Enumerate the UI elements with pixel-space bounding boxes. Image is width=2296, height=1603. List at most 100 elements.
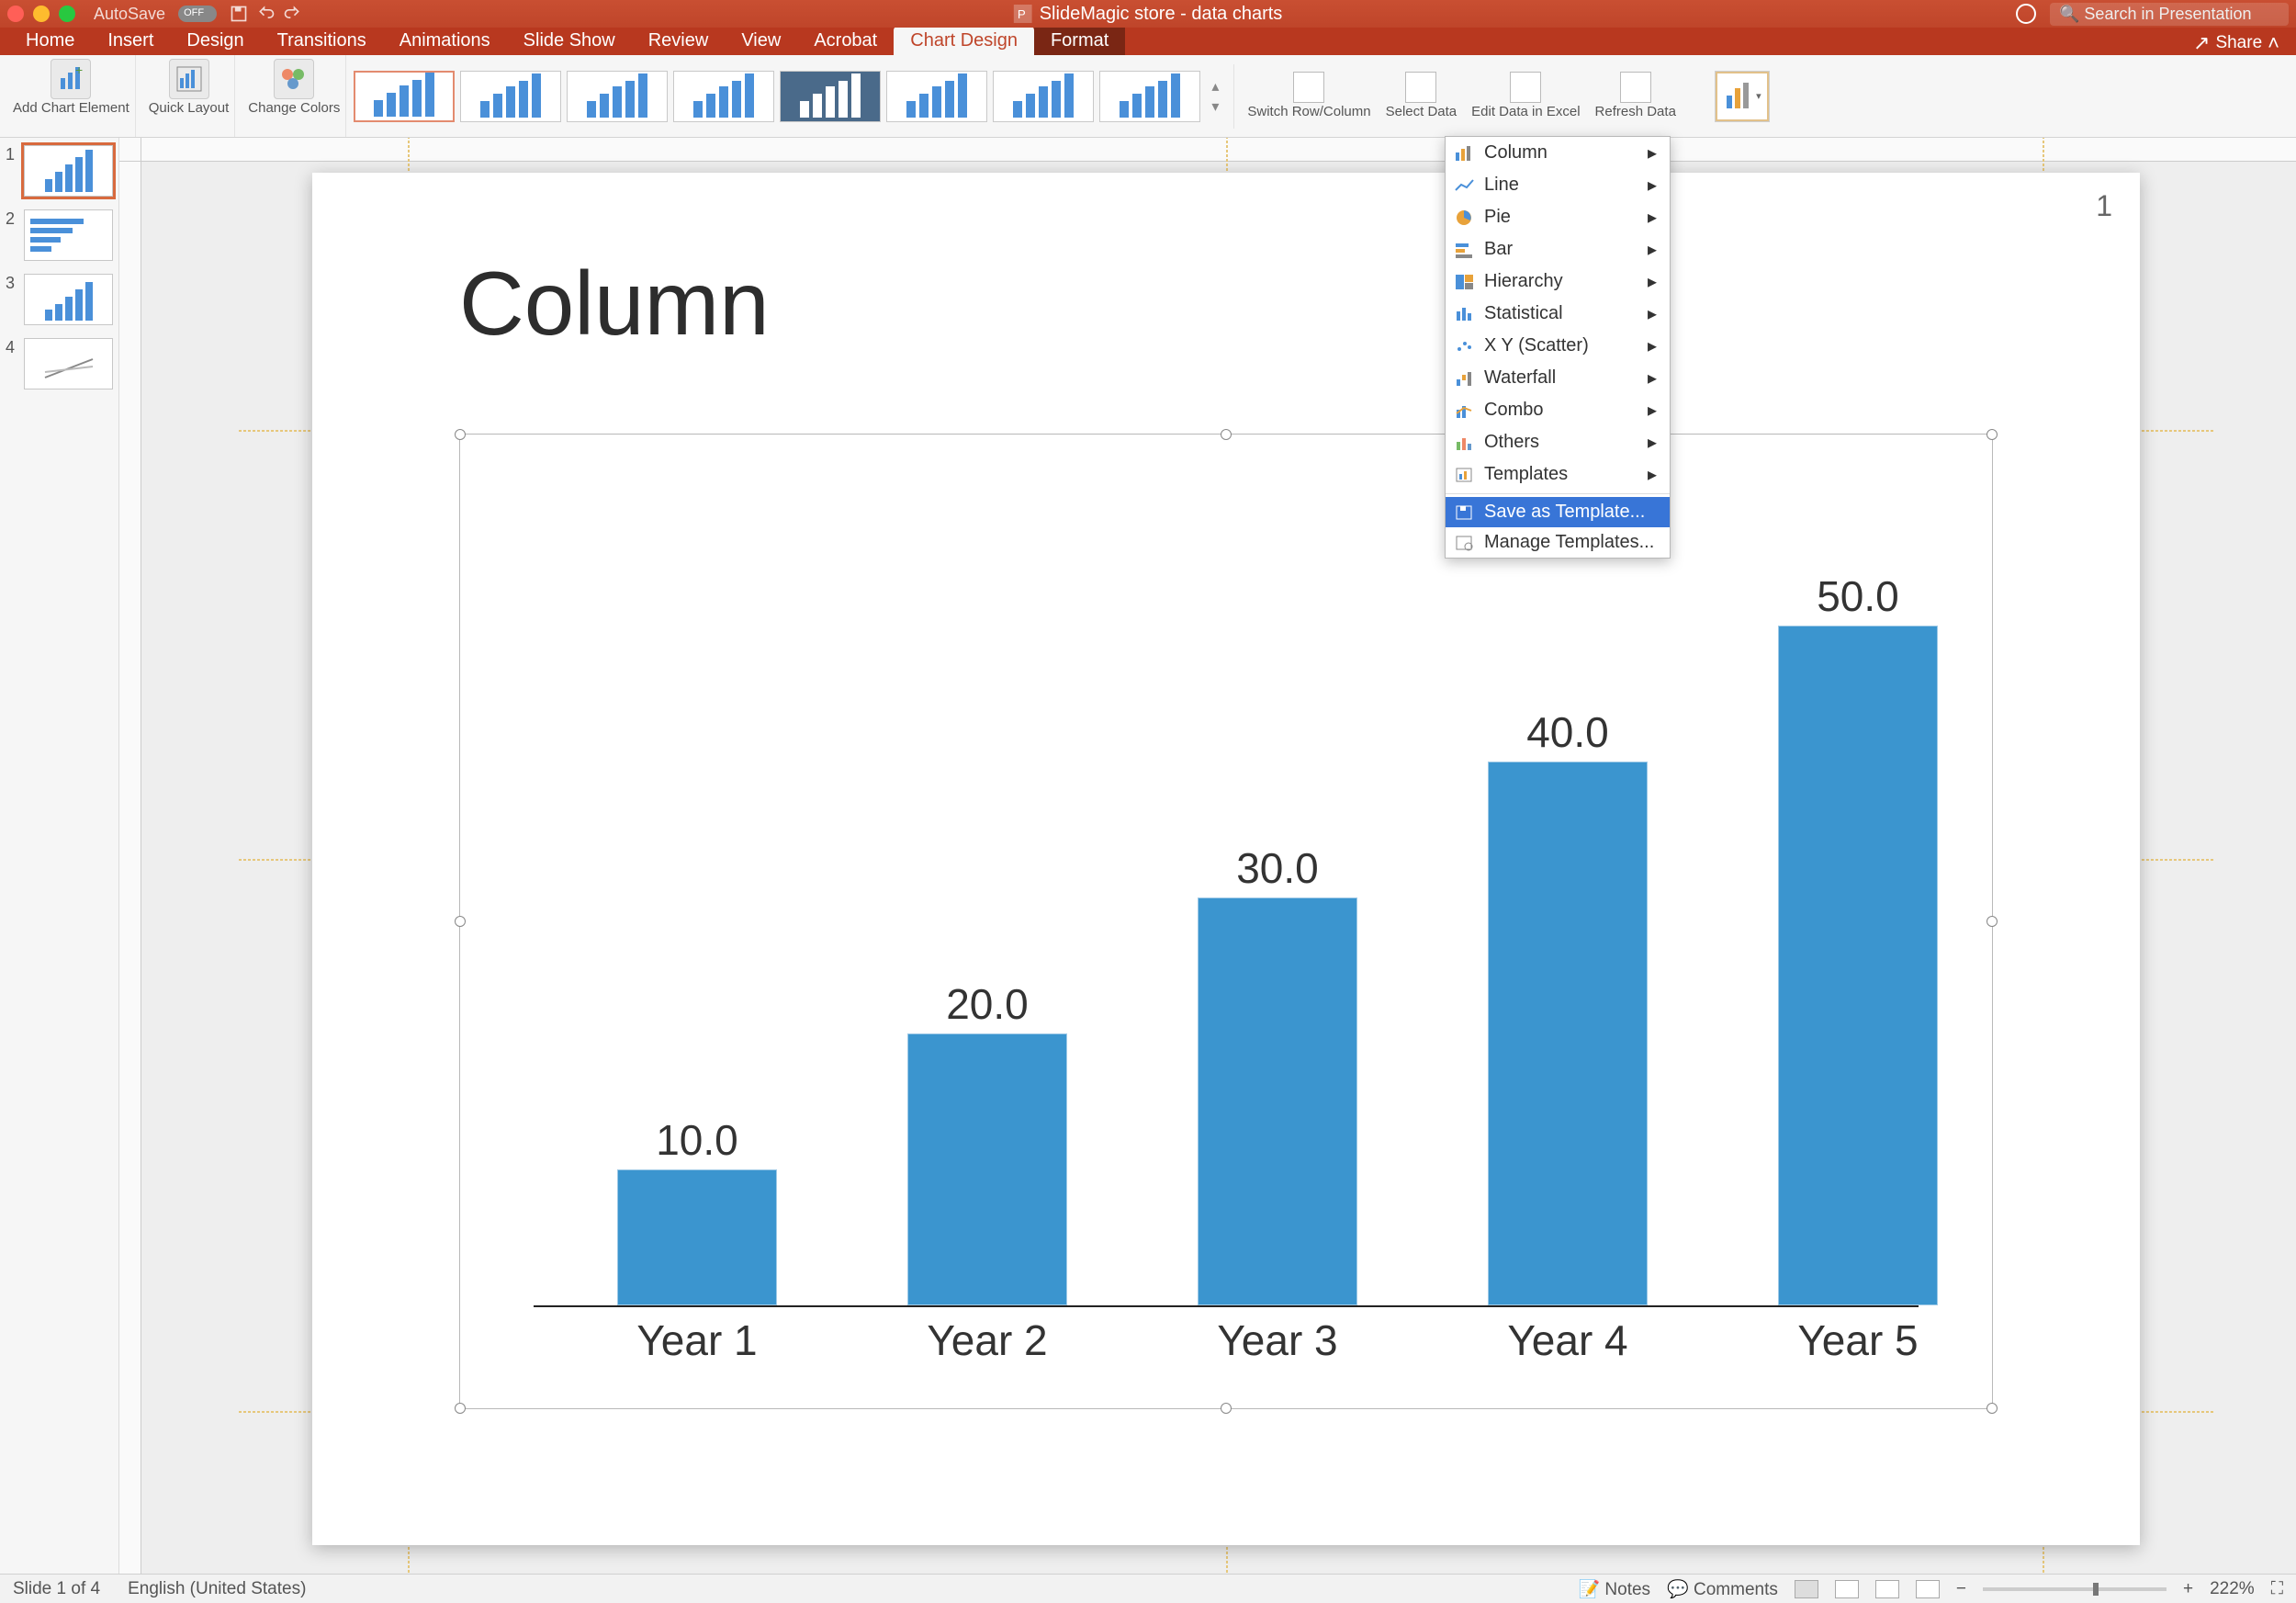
autosave-toggle[interactable] [178, 6, 217, 22]
dd-item-scatter[interactable]: X Y (Scatter)▸ [1446, 330, 1670, 362]
tab-slideshow[interactable]: Slide Show [507, 27, 632, 55]
tab-review[interactable]: Review [632, 27, 726, 55]
resize-handle[interactable] [455, 1403, 466, 1414]
resize-handle[interactable] [1221, 429, 1232, 440]
resize-handle[interactable] [1986, 916, 1998, 927]
chart-style-8[interactable] [1099, 71, 1200, 122]
resize-handle[interactable] [455, 916, 466, 927]
select-data-button[interactable]: Select Data [1380, 72, 1463, 120]
resize-handle[interactable] [1986, 429, 1998, 440]
tab-insert[interactable]: Insert [91, 27, 170, 55]
tab-transitions[interactable]: Transitions [261, 27, 383, 55]
zoom-level[interactable]: 222% [2210, 1579, 2255, 1599]
slide-title[interactable]: Column [459, 252, 770, 356]
slide-canvas[interactable]: 1 Column 10.0Year 120.0Year [312, 173, 2140, 1545]
resize-handle[interactable] [1221, 1403, 1232, 1414]
change-chart-type-button[interactable]: ▾ [1715, 71, 1770, 122]
edit-data-in-excel-button[interactable]: Edit Data in Excel [1466, 72, 1585, 120]
data-label: 30.0 [1199, 843, 1356, 893]
search-input[interactable]: 🔍 Search in Presentation [2050, 3, 2289, 26]
chart-style-3[interactable] [567, 71, 668, 122]
category-label: Year 5 [1779, 1315, 1937, 1365]
slide-workspace[interactable]: 1 Column 10.0Year 120.0Year [119, 138, 2296, 1574]
tab-acrobat[interactable]: Acrobat [797, 27, 894, 55]
zoom-out-button[interactable]: − [1956, 1579, 1966, 1599]
sorter-view-button[interactable] [1835, 1580, 1859, 1598]
chart-style-6[interactable] [886, 71, 987, 122]
add-chart-element-button[interactable]: + Add Chart Element [7, 55, 136, 137]
change-colors-button[interactable]: Change Colors [242, 55, 346, 137]
dd-item-hierarchy[interactable]: Hierarchy▸ [1446, 265, 1670, 298]
notes-button[interactable]: 📝 Notes [1578, 1578, 1650, 1600]
chart-plot-area[interactable]: 10.0Year 1 20.0Year 2 30.0Year 3 40.0Year 4… [534, 457, 1919, 1307]
thumbnail-3[interactable]: 3 [6, 274, 113, 325]
share-button[interactable]: Share [2215, 33, 2262, 53]
user-account-icon[interactable] [2016, 4, 2036, 24]
chart-bar[interactable]: 40.0Year 4 [1488, 762, 1648, 1305]
save-icon[interactable] [230, 5, 248, 23]
dd-item-templates[interactable]: Templates▸ [1446, 458, 1670, 491]
thumbnail-2[interactable]: 2 [6, 209, 113, 261]
submenu-arrow-icon: ▸ [1648, 141, 1657, 164]
quick-layout-button[interactable]: Quick Layout [143, 55, 236, 137]
chart-style-4[interactable] [673, 71, 774, 122]
add-chart-element-label: Add Chart Element [13, 101, 129, 117]
zoom-in-button[interactable]: + [2183, 1579, 2193, 1599]
ruler-corner [119, 138, 141, 162]
close-window-icon[interactable] [7, 6, 24, 22]
dd-item-statistical[interactable]: Statistical▸ [1446, 298, 1670, 330]
zoom-window-icon[interactable] [59, 6, 75, 22]
dd-item-others[interactable]: Others▸ [1446, 426, 1670, 458]
thumbnail-1[interactable]: 1 [6, 145, 113, 197]
thumbnail-4[interactable]: 4 [6, 338, 113, 389]
chart-style-5[interactable] [780, 71, 881, 122]
chart-style-2[interactable] [460, 71, 561, 122]
slideshow-view-button[interactable] [1916, 1580, 1940, 1598]
chart-bar[interactable]: 30.0Year 3 [1198, 897, 1357, 1305]
tab-format[interactable]: Format [1034, 27, 1125, 55]
main-area: 1 2 3 4 1 Column [0, 138, 2296, 1574]
switch-row-column-button[interactable]: Switch Row/Column [1242, 72, 1376, 120]
chart-styles-gallery: ▴▾ [354, 64, 1234, 129]
chart-bar[interactable]: 50.0Year 5 [1778, 626, 1938, 1305]
normal-view-button[interactable] [1795, 1580, 1818, 1598]
dd-save-as-template[interactable]: Save as Template... [1446, 497, 1670, 527]
column-chart[interactable]: 10.0Year 1 20.0Year 2 30.0Year 3 40.0Year 4… [497, 457, 1955, 1372]
resize-handle[interactable] [455, 429, 466, 440]
minimize-window-icon[interactable] [33, 6, 50, 22]
reading-view-button[interactable] [1875, 1580, 1899, 1598]
language-status[interactable]: English (United States) [128, 1579, 306, 1599]
fit-to-window-button[interactable]: ⛶ [2271, 1579, 2283, 1599]
dd-item-waterfall[interactable]: Waterfall▸ [1446, 362, 1670, 394]
comments-button[interactable]: 💬 Comments [1667, 1578, 1778, 1600]
tab-chart-design[interactable]: Chart Design [894, 27, 1034, 55]
ribbon: + Add Chart Element Quick Layout Change … [0, 55, 2296, 138]
dd-manage-templates[interactable]: Manage Templates... [1446, 527, 1670, 558]
style-gallery-nav[interactable]: ▴▾ [1206, 77, 1224, 116]
data-label: 50.0 [1779, 571, 1937, 621]
tab-design[interactable]: Design [170, 27, 260, 55]
chart-style-1[interactable] [354, 71, 455, 122]
redo-icon[interactable] [283, 5, 301, 23]
resize-handle[interactable] [1986, 1403, 1998, 1414]
share-icon[interactable]: ↗ [2193, 31, 2210, 55]
chart-bar[interactable]: 20.0Year 2 [907, 1033, 1067, 1305]
chart-bar[interactable]: 10.0Year 1 [617, 1169, 777, 1305]
dd-item-combo[interactable]: Combo▸ [1446, 394, 1670, 426]
tab-animations[interactable]: Animations [383, 27, 507, 55]
chart-selection-box[interactable]: 10.0Year 1 20.0Year 2 30.0Year 3 40.0Year 4… [459, 434, 1993, 1409]
dd-item-pie[interactable]: Pie▸ [1446, 201, 1670, 233]
window-controls [7, 6, 75, 22]
undo-icon[interactable] [257, 5, 276, 23]
ribbon-collapse-icon[interactable]: ˄ [2268, 31, 2279, 55]
quick-layout-label: Quick Layout [149, 101, 230, 117]
refresh-data-button[interactable]: Refresh Data [1590, 72, 1682, 120]
tab-home[interactable]: Home [9, 27, 91, 55]
dd-item-line[interactable]: Line▸ [1446, 169, 1670, 201]
dd-item-bar[interactable]: Bar▸ [1446, 233, 1670, 265]
zoom-slider[interactable] [1983, 1587, 2167, 1591]
slide-counter[interactable]: Slide 1 of 4 [13, 1579, 100, 1599]
dd-item-column[interactable]: Column▸ [1446, 137, 1670, 169]
tab-view[interactable]: View [725, 27, 797, 55]
chart-style-7[interactable] [993, 71, 1094, 122]
